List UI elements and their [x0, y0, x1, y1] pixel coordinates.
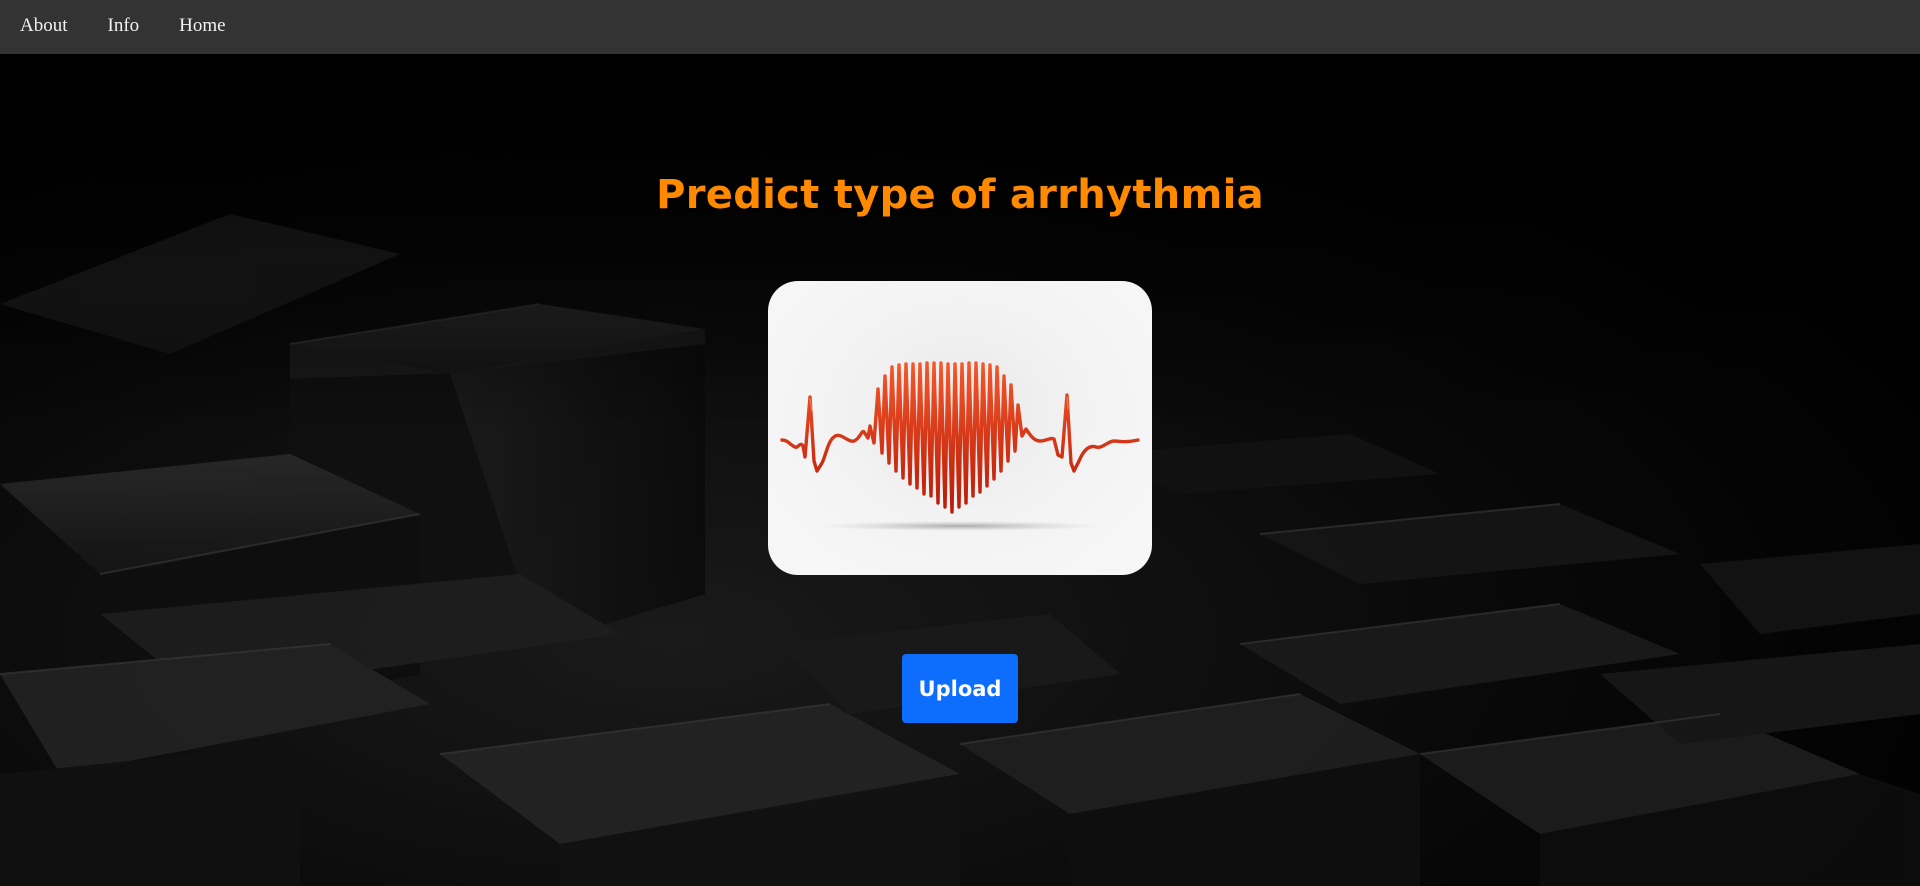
- top-navbar: About Info Home: [0, 0, 1920, 54]
- heartbeat-image: [768, 281, 1152, 575]
- page-title: Predict type of arrhythmia: [656, 172, 1264, 218]
- ecg-line: [780, 361, 1140, 514]
- nav-link-info[interactable]: Info: [88, 0, 160, 54]
- upload-button[interactable]: Upload: [902, 654, 1018, 723]
- heartbeat-heart-icon: [780, 361, 1140, 531]
- nav-link-about[interactable]: About: [0, 0, 88, 54]
- nav-link-home[interactable]: Home: [159, 0, 245, 54]
- main-content: Predict type of arrhythmia Upload: [0, 54, 1920, 886]
